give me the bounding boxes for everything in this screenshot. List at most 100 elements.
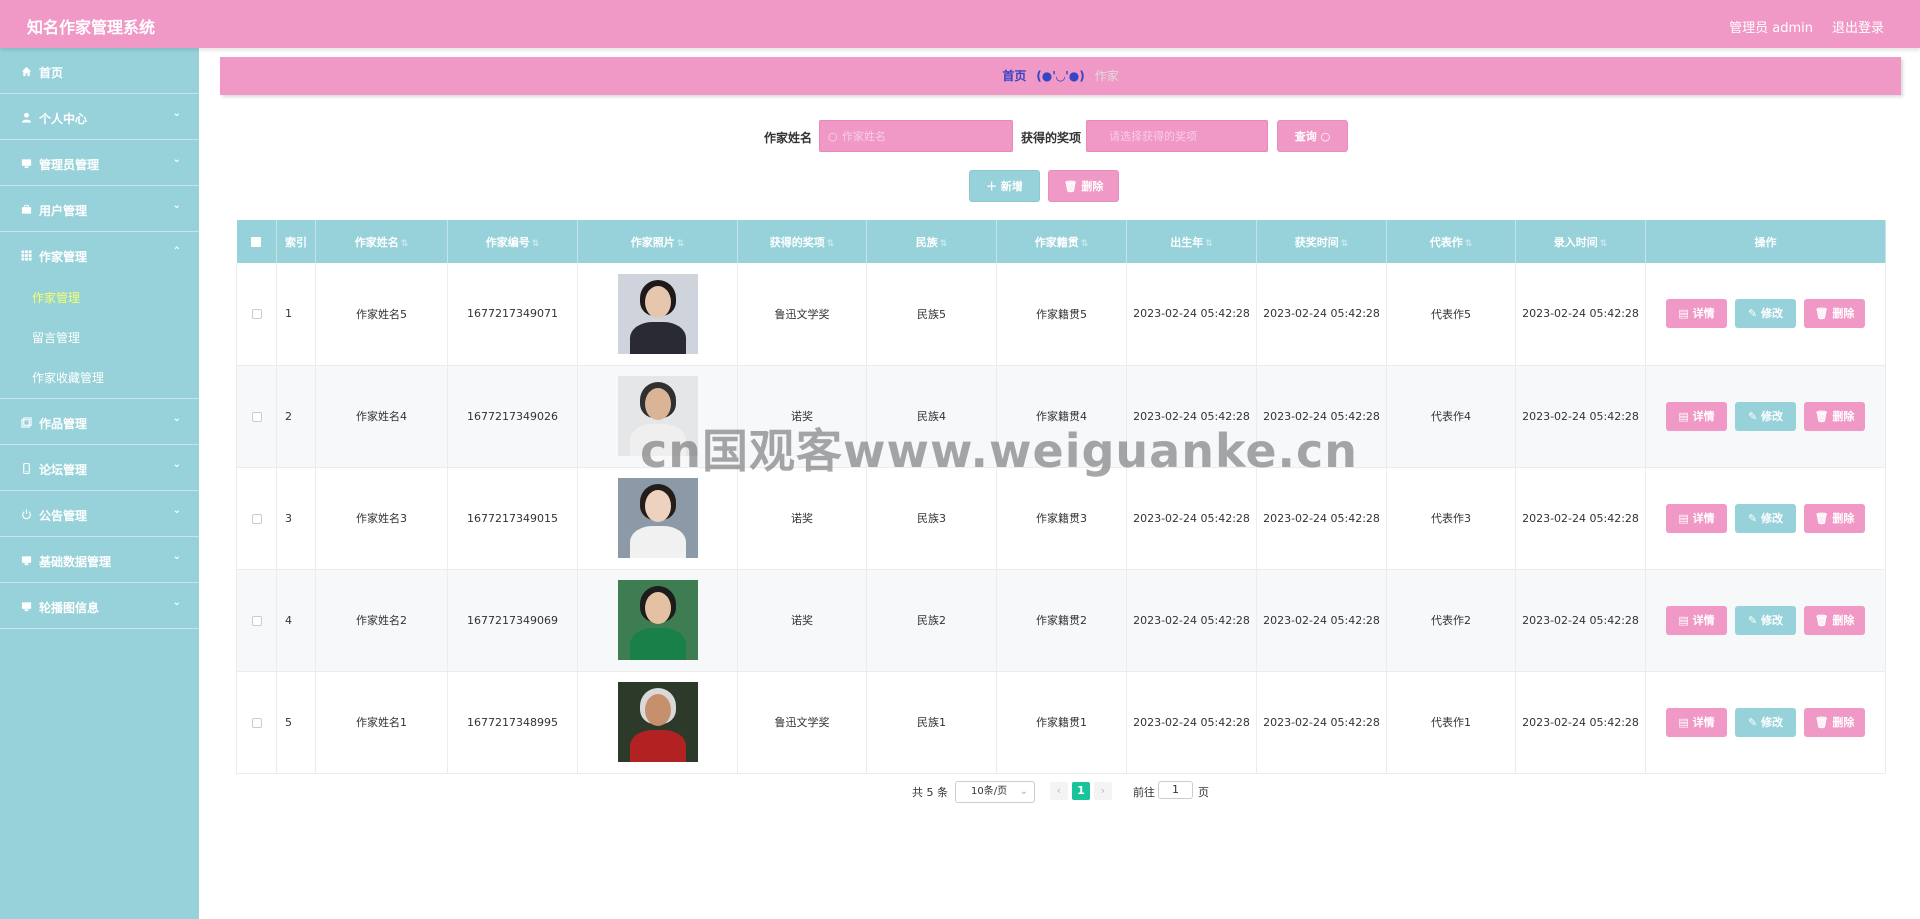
name-filter-input[interactable] (819, 120, 1013, 152)
col-birth[interactable]: 出生年 ⇅ (1126, 220, 1257, 263)
writer-photo[interactable] (617, 682, 698, 762)
col-actions: 操作 (1645, 220, 1886, 263)
col-created[interactable]: 录入时间 ⇅ (1515, 220, 1646, 263)
col-name[interactable]: 作家姓名 ⇅ (315, 220, 448, 263)
submenu-item-message-manage[interactable]: 留言管理 (0, 318, 199, 358)
chevron-up-icon: ⌃ (172, 246, 181, 257)
chevron-down-icon: ⌄ (172, 597, 181, 608)
row-checkbox[interactable] (236, 365, 277, 468)
detail-button[interactable]: ▤ 详情 (1666, 401, 1727, 431)
col-photo[interactable]: 作家照片 ⇅ (577, 220, 738, 263)
sort-icon: ⇅ (1340, 238, 1349, 249)
col-award-time[interactable]: 获奖时间 ⇅ (1256, 220, 1387, 263)
power-icon (19, 507, 33, 521)
cell-actions: ▤ 详情 ✎ 修改 🗑 删除 (1645, 467, 1886, 570)
edit-button[interactable]: ✎ 修改 (1735, 605, 1796, 635)
col-award[interactable]: 获得的奖项 ⇅ (737, 220, 867, 263)
add-button[interactable]: ＋ 新增 (969, 170, 1040, 202)
cell-index: 1 (276, 263, 316, 366)
delete-button[interactable]: 🗑 删除 (1804, 401, 1865, 431)
breadcrumb-home[interactable]: 首页 (1002, 69, 1026, 83)
sort-icon: ⇅ (676, 238, 685, 249)
sort-icon: ⇅ (1080, 238, 1089, 249)
col-native[interactable]: 作家籍贯 ⇅ (996, 220, 1127, 263)
sidebar-item-home[interactable]: 首页 (0, 48, 199, 94)
prev-page-button[interactable]: ‹ (1050, 782, 1068, 800)
cell-award-time: 2023-02-24 05:42:28 (1256, 467, 1387, 570)
sidebar-item-works[interactable]: 作品管理 ⌄ (0, 399, 199, 445)
delete-button[interactable]: 🗑 删除 (1804, 299, 1865, 329)
cell-name: 作家姓名5 (315, 263, 448, 366)
cell-award-time: 2023-02-24 05:42:28 (1256, 263, 1387, 366)
detail-button[interactable]: ▤ 详情 (1666, 707, 1727, 737)
chevron-down-icon: ⌄ (172, 154, 181, 165)
col-award-label: 获得的奖项 (769, 235, 825, 249)
select-all-checkbox[interactable] (236, 220, 277, 263)
sidebar-item-carousel[interactable]: 轮播图信息 ⌄ (0, 583, 199, 629)
grid-icon (19, 248, 33, 262)
cell-native: 作家籍贯2 (996, 569, 1127, 672)
cell-work: 代表作5 (1386, 263, 1516, 366)
cell-work: 代表作1 (1386, 671, 1516, 774)
row-checkbox[interactable] (236, 263, 277, 366)
table-header-row: 索引 作家姓名 ⇅ 作家编号 ⇅ 作家照片 ⇅ 获得的奖项 ⇅ 民族 ⇅ 作家籍贯 ⇅ 出生… (236, 220, 1886, 263)
delete-button[interactable]: 🗑 删除 (1804, 707, 1865, 737)
sidebar-item-basedata[interactable]: 基础数据管理 ⌄ (0, 537, 199, 583)
goto-page-input[interactable]: 1 (1158, 781, 1193, 799)
delete-button-label: 删除 (1832, 613, 1855, 627)
logout-link[interactable]: 退出登录 (1832, 17, 1884, 36)
cell-birth: 2023-02-24 05:42:28 (1126, 467, 1257, 570)
delete-button[interactable]: 🗑 删除 (1804, 503, 1865, 533)
detail-button[interactable]: ▤ 详情 (1666, 605, 1727, 635)
cell-created: 2023-02-24 05:42:28 (1515, 263, 1646, 366)
detail-button[interactable]: ▤ 详情 (1666, 503, 1727, 533)
col-nation[interactable]: 民族 ⇅ (866, 220, 997, 263)
row-checkbox[interactable] (236, 569, 277, 672)
edit-icon: ✎ (1747, 409, 1762, 423)
query-button-label: 查询 (1294, 130, 1317, 143)
page-size-select[interactable]: 10条/页 ⌄ (955, 781, 1035, 803)
chevron-down-icon: ⌄ (172, 200, 181, 211)
chevron-down-icon: ⌄ (172, 108, 181, 119)
col-code[interactable]: 作家编号 ⇅ (447, 220, 578, 263)
edit-button-label: 修改 (1761, 715, 1784, 729)
sidebar-item-notice[interactable]: 公告管理 ⌄ (0, 491, 199, 537)
sidebar-item-users[interactable]: 用户管理 ⌄ (0, 186, 199, 232)
writer-photo[interactable] (617, 273, 698, 354)
sort-icon: ⇅ (1599, 238, 1608, 249)
delete-button[interactable]: 🗑 删除 (1804, 605, 1865, 635)
submenu-item-writer-manage[interactable]: 作家管理 (0, 278, 199, 318)
detail-button[interactable]: ▤ 详情 (1666, 299, 1727, 329)
col-work[interactable]: 代表作 ⇅ (1386, 220, 1516, 263)
row-checkbox[interactable] (236, 671, 277, 774)
row-checkbox[interactable] (236, 467, 277, 570)
edit-button[interactable]: ✎ 修改 (1735, 707, 1796, 737)
cell-birth: 2023-02-24 05:42:28 (1126, 263, 1257, 366)
batch-delete-button[interactable]: 🗑 删除 (1048, 170, 1119, 202)
add-button-label: 新增 (1000, 180, 1023, 193)
delete-button-label: 删除 (1832, 409, 1855, 423)
page-number-active[interactable]: 1 (1072, 782, 1090, 800)
trash-icon: 🗑 (1814, 409, 1833, 423)
sidebar-item-forum[interactable]: 论坛管理 ⌄ (0, 445, 199, 491)
edit-button[interactable]: ✎ 修改 (1735, 503, 1796, 533)
cell-name: 作家姓名2 (315, 569, 448, 672)
sidebar-item-label: 首页 (39, 66, 64, 80)
col-work-label: 代表作 (1429, 235, 1463, 249)
edit-button[interactable]: ✎ 修改 (1735, 401, 1796, 431)
query-button[interactable]: 查询 ○ (1277, 120, 1348, 152)
next-page-button[interactable]: › (1094, 782, 1112, 800)
cell-award: 鲁迅文学奖 (737, 671, 867, 774)
cell-name: 作家姓名1 (315, 671, 448, 774)
award-filter-select[interactable] (1086, 120, 1268, 152)
detail-icon: ▤ (1678, 307, 1693, 321)
watermark: cn国观客www.weiguanke.cn (640, 424, 1359, 478)
submenu-item-favorite-manage[interactable]: 作家收藏管理 (0, 358, 199, 398)
sidebar-item-writers[interactable]: 作家管理 ⌃ (0, 232, 199, 278)
col-name-label: 作家姓名 (354, 235, 399, 249)
edit-button[interactable]: ✎ 修改 (1735, 299, 1796, 329)
cell-created: 2023-02-24 05:42:28 (1515, 569, 1646, 672)
sidebar-item-label: 作家管理 (39, 250, 88, 264)
writer-photo[interactable] (617, 580, 698, 660)
writer-photo[interactable] (617, 478, 698, 558)
